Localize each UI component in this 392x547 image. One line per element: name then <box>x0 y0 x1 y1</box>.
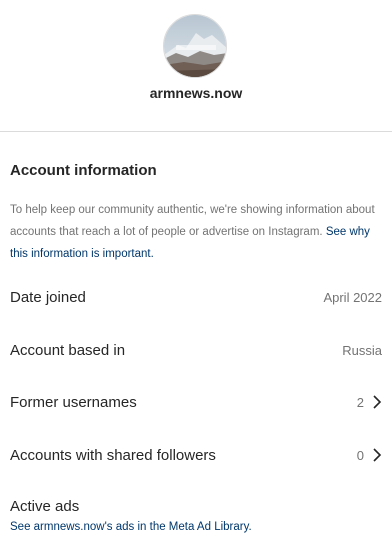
date-joined-row: Date joined April 2022 <box>10 285 382 309</box>
shared-followers-row[interactable]: Accounts with shared followers 0 <box>10 443 382 467</box>
shared-followers-count: 0 <box>356 447 364 463</box>
date-joined-text: April 2022 <box>323 289 382 305</box>
account-based-row: Account based in Russia <box>10 338 382 362</box>
ad-library-link[interactable]: See armnews.now's ads in the Meta Ad Lib… <box>10 519 252 535</box>
date-joined-value: April 2022 <box>323 290 382 305</box>
former-usernames-value: 2 <box>357 395 382 410</box>
description-text: To help keep our community authentic, we… <box>10 204 375 238</box>
shared-followers-value: 0 <box>357 448 382 463</box>
former-usernames-row[interactable]: Former usernames 2 <box>10 390 382 414</box>
account-based-value: Russia <box>342 343 382 358</box>
profile-header: armnews.now <box>0 0 392 131</box>
shared-followers-label: Accounts with shared followers <box>10 446 216 464</box>
account-info-title: Account information <box>10 162 157 179</box>
former-usernames-count: 2 <box>356 394 364 410</box>
account-info-description: To help keep our community authentic, we… <box>10 199 382 265</box>
account-based-label: Account based in <box>10 341 126 359</box>
avatar[interactable] <box>163 14 227 78</box>
profile-username[interactable]: armnews.now <box>0 84 392 102</box>
date-joined-label: Date joined <box>10 288 86 306</box>
section-divider <box>0 131 392 132</box>
former-usernames-label: Former usernames <box>10 393 137 411</box>
chevron-right-icon[interactable] <box>372 448 382 462</box>
active-ads-label: Active ads <box>10 498 80 515</box>
chevron-right-icon[interactable] <box>372 395 382 409</box>
account-based-text: Russia <box>342 342 382 358</box>
mountain-logo-icon <box>164 15 226 77</box>
